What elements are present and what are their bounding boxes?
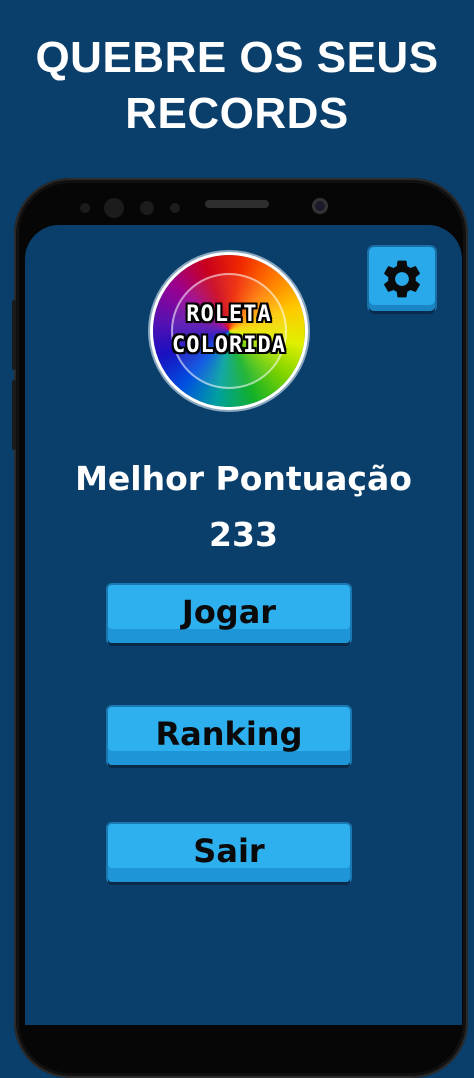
logo-line-2: COLORIDA bbox=[172, 333, 286, 358]
app-logo: ROLETA COLORIDA bbox=[153, 255, 305, 407]
phone-side-button bbox=[12, 380, 16, 450]
phone-sensor bbox=[104, 198, 124, 218]
ranking-button[interactable]: Ranking bbox=[108, 707, 350, 765]
exit-button-label: Sair bbox=[193, 832, 265, 870]
promo-headline: QUEBRE OS SEUS RECORDS bbox=[0, 30, 474, 142]
phone-sensor bbox=[140, 201, 154, 215]
promo-line-2: RECORDS bbox=[125, 89, 349, 138]
gear-icon bbox=[384, 260, 420, 298]
phone-sensor bbox=[170, 203, 180, 213]
play-button[interactable]: Jogar bbox=[108, 585, 350, 643]
best-score-label: Melhor Pontuação bbox=[75, 459, 412, 498]
logo-inner-ring bbox=[171, 273, 287, 389]
best-score-value: 233 bbox=[209, 515, 278, 554]
phone-side-button bbox=[12, 300, 16, 370]
exit-button[interactable]: Sair bbox=[108, 824, 350, 882]
phone-sensor bbox=[80, 203, 90, 213]
phone-speaker bbox=[205, 200, 269, 208]
phone-camera bbox=[312, 198, 328, 214]
settings-button[interactable] bbox=[369, 247, 435, 311]
app-screen: ROLETA COLORIDA Melhor Pontuação 233 Jog… bbox=[25, 225, 462, 1025]
play-button-label: Jogar bbox=[181, 593, 277, 631]
promo-line-1: QUEBRE OS SEUS bbox=[35, 33, 439, 82]
logo-line-1: ROLETA bbox=[186, 302, 272, 327]
ranking-button-label: Ranking bbox=[155, 715, 303, 753]
